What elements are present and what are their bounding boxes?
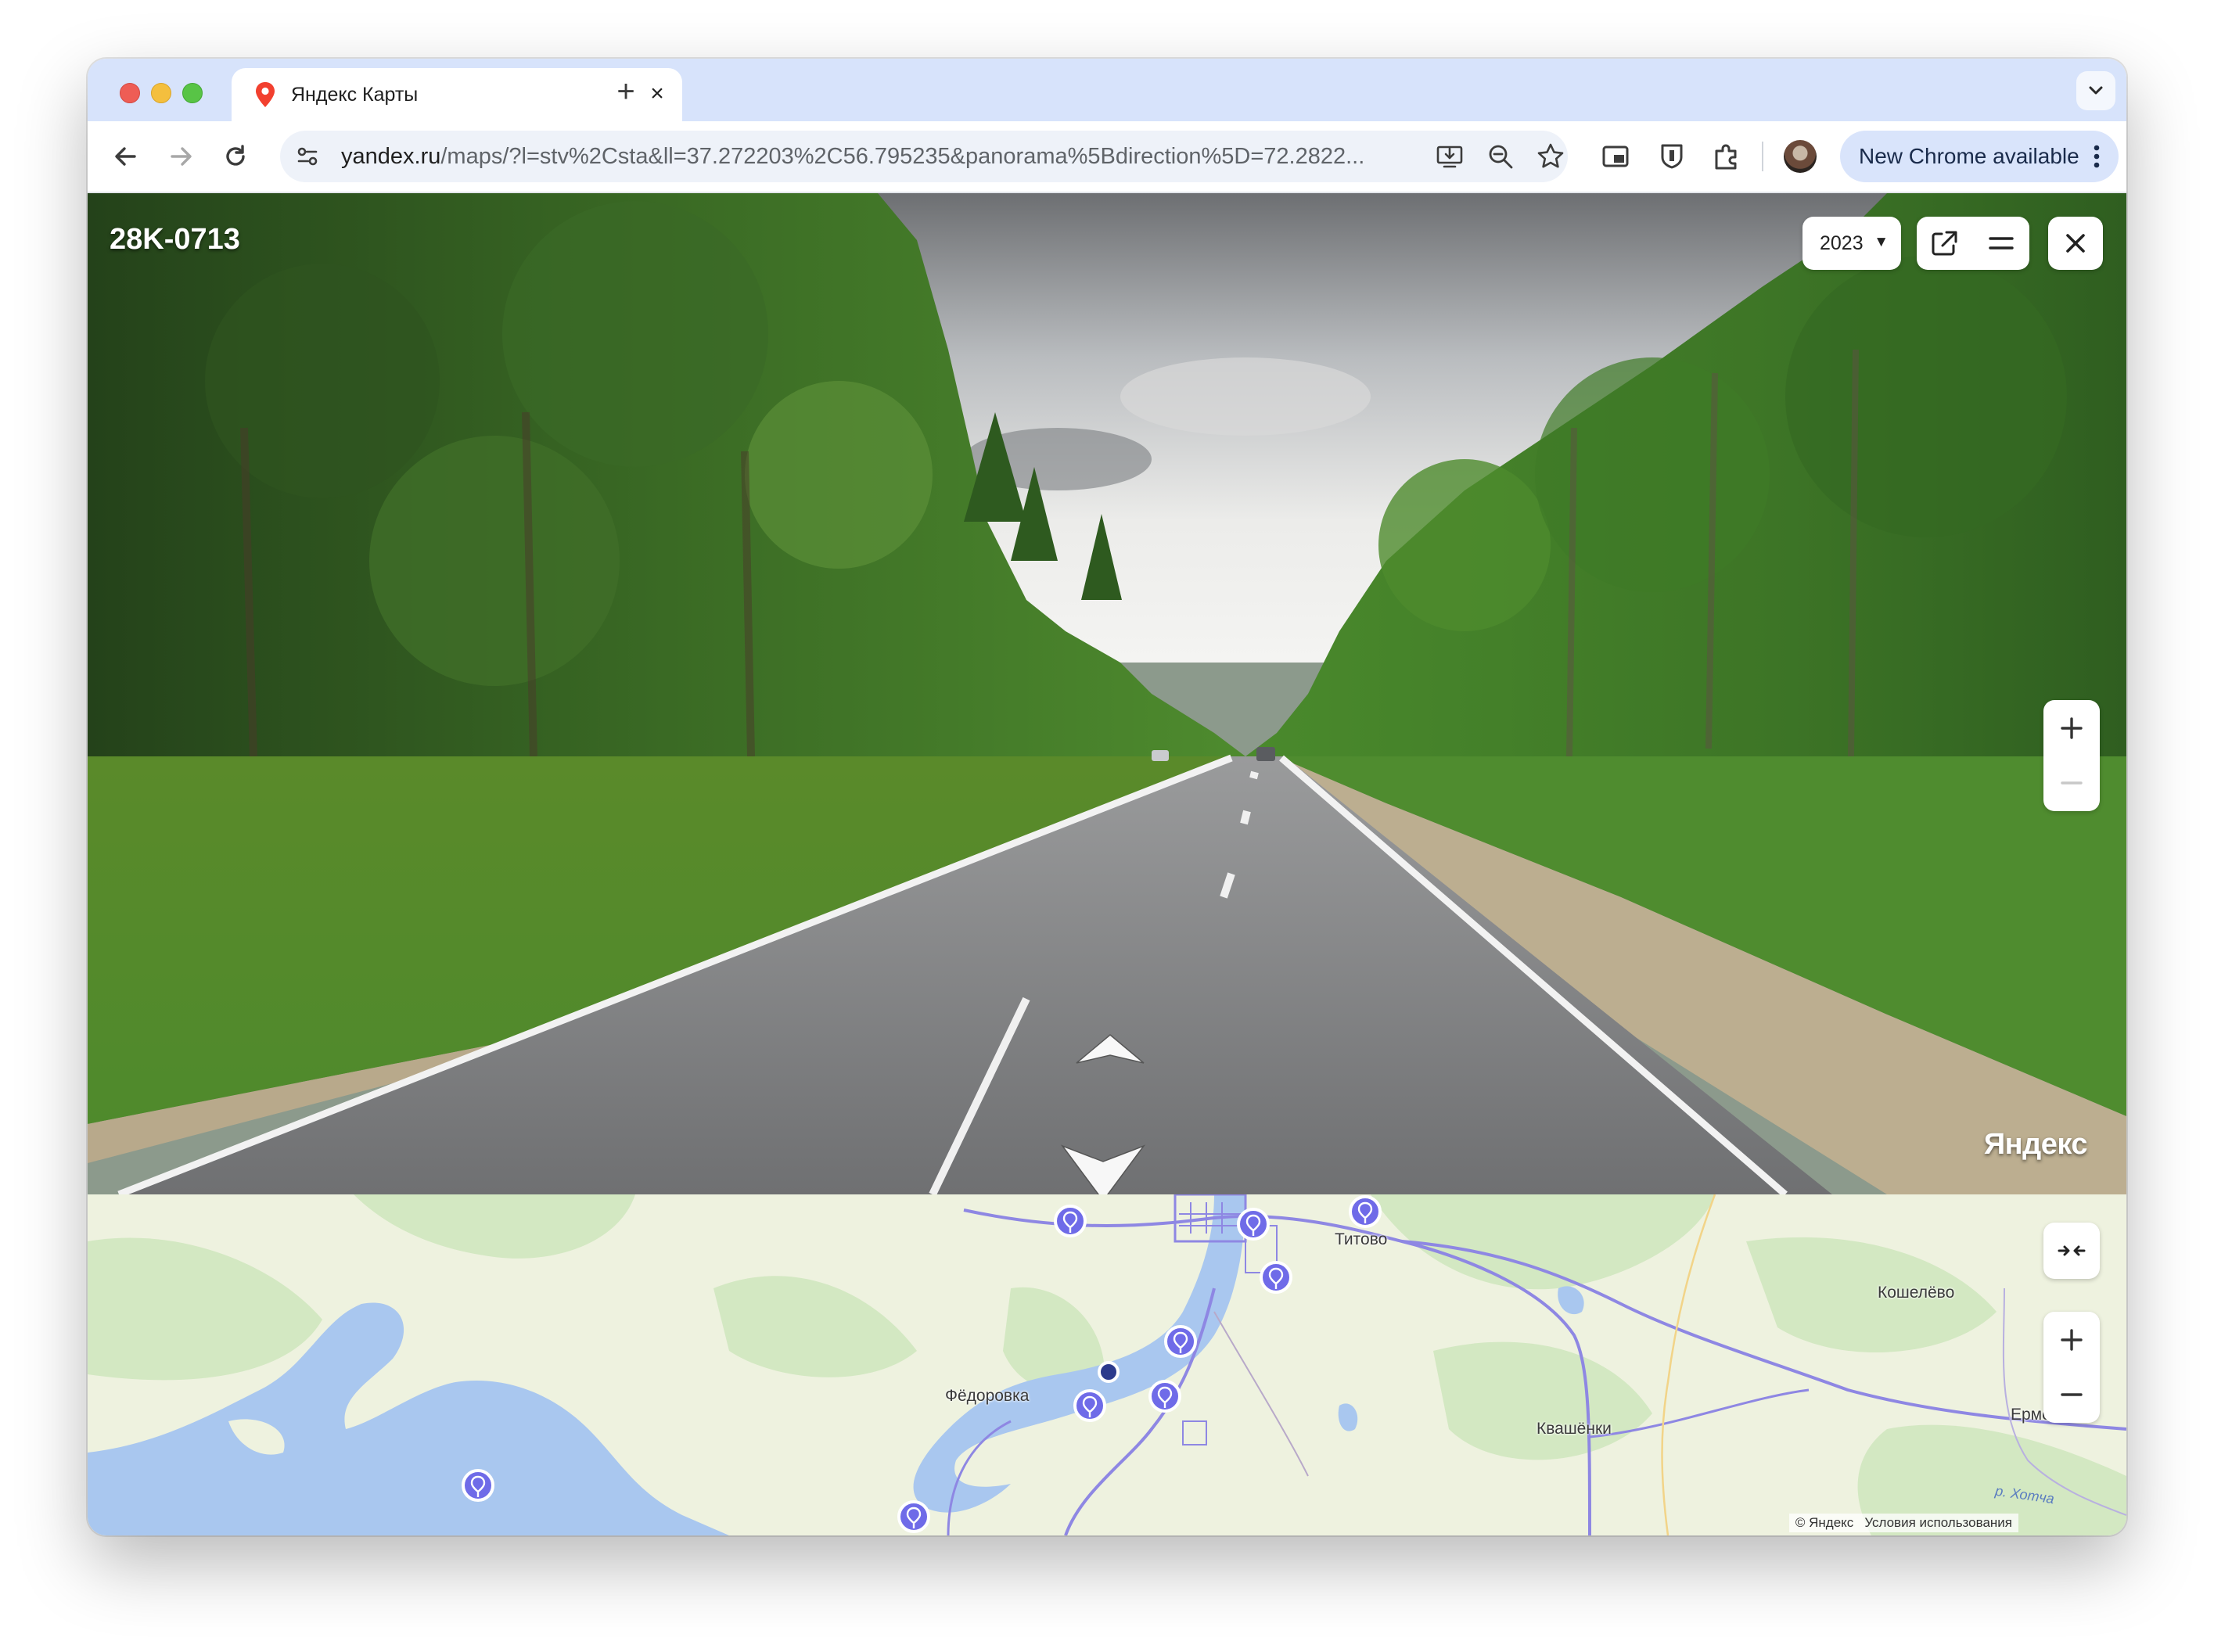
map-place-label: Кошелёво bbox=[1878, 1284, 1955, 1302]
terms-link[interactable]: Условия использования bbox=[1864, 1515, 2012, 1530]
map-zoom-control bbox=[2043, 1312, 2100, 1423]
current-position-marker bbox=[1098, 1361, 1120, 1383]
url-host: yandex.ru bbox=[341, 144, 441, 169]
extensions-puzzle-icon[interactable] bbox=[1709, 138, 1745, 174]
minimize-window-button[interactable] bbox=[151, 83, 171, 103]
browser-window: Яндекс Карты × + yandex.ru/maps/?l=stv%2… bbox=[88, 59, 2126, 1535]
map-place-label: Титово bbox=[1335, 1230, 1388, 1248]
map-place-label: Квашёнки bbox=[1537, 1420, 1612, 1438]
map-zoom-in-icon[interactable] bbox=[2043, 1312, 2100, 1367]
update-label: New Chrome available bbox=[1859, 144, 2079, 168]
yandex-watermark: Яндекс bbox=[1983, 1128, 2088, 1161]
new-chrome-available-button[interactable]: New Chrome available bbox=[1840, 131, 2119, 182]
map-pin-favicon-icon bbox=[256, 82, 275, 107]
map-place-label: Фёдоровка bbox=[945, 1387, 1030, 1405]
panorama-zoom-control bbox=[2043, 700, 2100, 811]
close-window-button[interactable] bbox=[120, 83, 140, 103]
external-link-icon bbox=[1932, 231, 1957, 256]
panorama-pin-icon[interactable] bbox=[1258, 1260, 1294, 1301]
install-app-icon[interactable] bbox=[1434, 141, 1465, 172]
panorama-pin-icon[interactable] bbox=[896, 1499, 932, 1535]
zoom-window-button[interactable] bbox=[182, 83, 203, 103]
close-icon bbox=[2066, 234, 2085, 253]
new-tab-button[interactable]: + bbox=[609, 74, 643, 109]
panorama-pin-icon[interactable] bbox=[1147, 1379, 1183, 1420]
panorama-zoom-in-button[interactable] bbox=[2043, 700, 2100, 756]
close-panorama-button[interactable] bbox=[2048, 217, 2103, 270]
copyright-text: © Яндекс bbox=[1795, 1515, 1854, 1530]
url-path: /maps/?l=stv%2Csta&ll=37.272203%2C56.795… bbox=[440, 144, 1365, 169]
forward-arrow-icon[interactable] bbox=[163, 138, 199, 174]
panorama-year-select[interactable]: 2023 ▼ bbox=[1802, 217, 1901, 270]
url-text[interactable]: yandex.ru/maps/?l=stv%2Csta&ll=37.272203… bbox=[341, 144, 1421, 170]
panorama-pin-icon[interactable] bbox=[1235, 1207, 1271, 1248]
extension-shield-icon[interactable] bbox=[1654, 138, 1690, 174]
panorama-zoom-out-button[interactable] bbox=[2043, 756, 2100, 811]
panorama-pin-icon[interactable] bbox=[1052, 1204, 1088, 1244]
browser-toolbar: yandex.ru/maps/?l=stv%2Csta&ll=37.272203… bbox=[88, 121, 2126, 193]
panorama-pin-icon[interactable] bbox=[1072, 1388, 1108, 1429]
panorama-controls bbox=[1917, 217, 2029, 270]
kebab-menu-icon[interactable] bbox=[2089, 141, 2104, 172]
site-settings-icon[interactable] bbox=[291, 140, 324, 173]
tab-title: Яндекс Карты bbox=[291, 84, 419, 106]
map-attribution: © Яндекс Условия использования bbox=[1788, 1514, 2018, 1532]
plus-icon bbox=[2061, 717, 2083, 739]
toolbar-divider bbox=[1762, 142, 1763, 171]
map-zoom-out-icon[interactable] bbox=[2043, 1367, 2100, 1423]
panorama-pin-icon[interactable] bbox=[1163, 1324, 1199, 1365]
road-identifier: 28K-0713 bbox=[110, 223, 240, 256]
tab-strip: Яндекс Карты × + bbox=[88, 59, 2126, 121]
panorama-pin-icon[interactable] bbox=[460, 1468, 496, 1509]
picture-in-picture-icon[interactable] bbox=[1598, 138, 1634, 174]
tab-search-button[interactable] bbox=[2076, 71, 2115, 110]
reload-icon[interactable] bbox=[217, 138, 253, 174]
move-back-arrow-icon[interactable] bbox=[1059, 1140, 1147, 1194]
bookmark-star-icon[interactable] bbox=[1535, 141, 1566, 172]
panorama-pin-icon[interactable] bbox=[1347, 1194, 1383, 1235]
minus-icon bbox=[2061, 781, 2083, 785]
zoom-icon[interactable] bbox=[1485, 141, 1516, 172]
collapse-map-button[interactable] bbox=[2043, 1223, 2100, 1279]
address-bar[interactable]: yandex.ru/maps/?l=stv%2Csta&ll=37.272203… bbox=[280, 131, 1568, 182]
collapse-arrows-icon bbox=[2058, 1245, 2086, 1256]
split-view-icon bbox=[1989, 237, 2014, 250]
move-forward-arrow-icon[interactable] bbox=[1073, 1030, 1147, 1069]
year-value: 2023 bbox=[1820, 232, 1864, 254]
open-new-window-button[interactable] bbox=[1917, 217, 1973, 270]
caret-down-icon: ▼ bbox=[1874, 234, 1889, 250]
minimap[interactable]: Титово Кошелёво Фёдоровка Квашёнки Ермол… bbox=[88, 1194, 2126, 1535]
profile-avatar[interactable] bbox=[1784, 140, 1817, 173]
chevron-down-icon bbox=[2089, 86, 2103, 95]
split-view-button[interactable] bbox=[1973, 217, 2029, 270]
tab-close-icon[interactable]: × bbox=[643, 80, 671, 108]
back-arrow-icon[interactable] bbox=[108, 138, 144, 174]
street-panorama[interactable]: 28K-0713 2023 ▼ Яндекс bbox=[88, 193, 2126, 1194]
